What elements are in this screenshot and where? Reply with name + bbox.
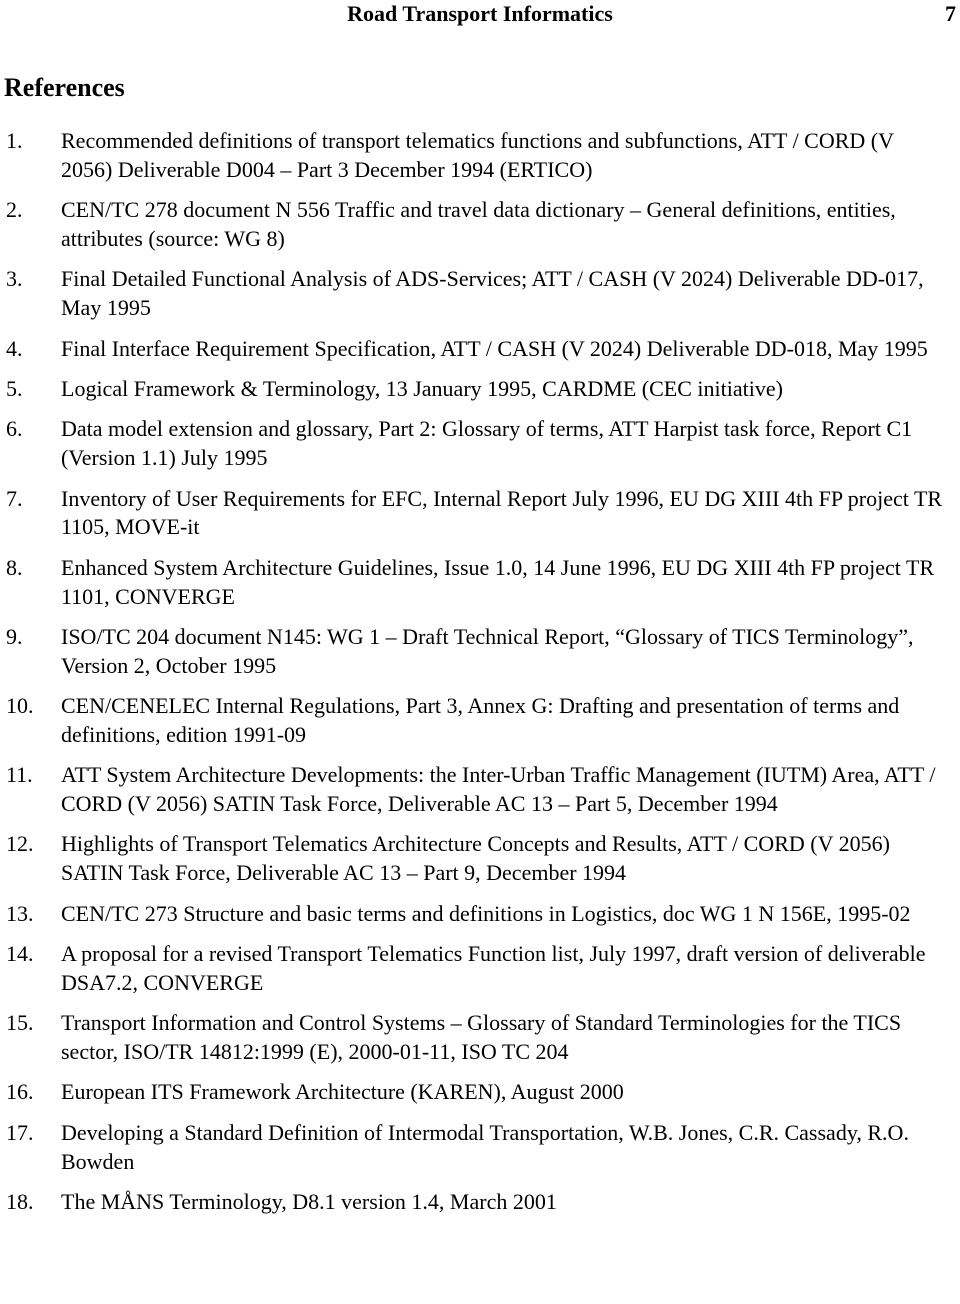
reference-number: 12. xyxy=(6,831,34,857)
reference-item: 11. ATT System Architecture Developments:… xyxy=(0,761,960,819)
reference-item: 7. Inventory of User Requirements for EFC… xyxy=(0,485,960,543)
reference-text: Developing a Standard Definition of Inte… xyxy=(61,1119,909,1174)
reference-text: Data model extension and glossary, Part … xyxy=(61,416,913,471)
reference-item: 1. Recommended definitions of transport t… xyxy=(0,127,960,185)
reference-text: Final Interface Requirement Specificatio… xyxy=(61,335,928,361)
reference-item: 2. CEN/TC 278 document N 556 Traffic and … xyxy=(0,196,960,254)
reference-item: 8. Enhanced System Architecture Guideline… xyxy=(0,554,960,612)
reference-text: CEN/TC 273 Structure and basic terms and… xyxy=(61,900,911,926)
reference-text: Logical Framework & Terminology, 13 Janu… xyxy=(61,375,783,401)
reference-number: 11. xyxy=(6,762,33,788)
reference-number: 10. xyxy=(6,693,34,719)
reference-item: 17. Developing a Standard Definition of I… xyxy=(0,1119,960,1177)
reference-number: 4. xyxy=(6,335,23,361)
reference-item: 6. Data model extension and glossary, Par… xyxy=(0,415,960,473)
reference-item: 5. Logical Framework & Terminology, 13 Ja… xyxy=(0,375,960,404)
reference-text: Transport Information and Control System… xyxy=(61,1010,902,1065)
reference-item: 15. Transport Information and Control Sys… xyxy=(0,1009,960,1067)
reference-item: 10. CEN/CENELEC Internal Regulations, Par… xyxy=(0,692,960,750)
reference-number: 16. xyxy=(6,1079,34,1105)
reference-number: 9. xyxy=(6,623,23,649)
reference-text: A proposal for a revised Transport Telem… xyxy=(61,941,926,995)
reference-item: 12. Highlights of Transport Telematics Ar… xyxy=(0,830,960,888)
reference-text: Highlights of Transport Telematics Archi… xyxy=(61,831,890,886)
header-title: Road Transport Informatics xyxy=(347,1,613,26)
reference-list: 1. Recommended definitions of transport t… xyxy=(0,127,960,1228)
reference-number: 6. xyxy=(6,416,23,442)
reference-text: ATT System Architecture Developments: th… xyxy=(61,762,936,817)
reference-number: 5. xyxy=(6,375,23,401)
reference-number: 7. xyxy=(6,485,23,511)
reference-text: European ITS Framework Architecture (KAR… xyxy=(61,1079,624,1105)
reference-text: CEN/TC 278 document N 556 Traffic and tr… xyxy=(61,197,896,251)
reference-item: 16. European ITS Framework Architecture (… xyxy=(0,1078,960,1107)
reference-text: CEN/CENELEC Internal Regulations, Part 3… xyxy=(61,693,900,747)
reference-number: 1. xyxy=(6,128,23,153)
reference-number: 8. xyxy=(6,554,23,580)
reference-number: 15. xyxy=(6,1010,34,1036)
running-header: Road Transport Informatics 7 xyxy=(0,0,960,30)
reference-text: Inventory of User Requirements for EFC, … xyxy=(61,485,943,540)
reference-number: 13. xyxy=(6,900,34,926)
reference-text: Final Detailed Functional Analysis of AD… xyxy=(61,266,924,321)
reference-item: 18. The MÅNS Terminology, D8.1 version 1.… xyxy=(0,1188,960,1217)
section-heading: References xyxy=(4,73,125,102)
reference-text: The MÅNS Terminology, D8.1 version 1.4, … xyxy=(61,1189,557,1214)
reference-number: 18. xyxy=(6,1189,34,1214)
reference-item: 4. Final Interface Requirement Specificat… xyxy=(0,335,960,364)
reference-item: 3. Final Detailed Functional Analysis of … xyxy=(0,265,960,323)
page-number: 7 xyxy=(945,1,956,26)
reference-text: Recommended definitions of transport tel… xyxy=(61,128,894,182)
reference-item: 9. ISO/TC 204 document N145: WG 1 – Draft… xyxy=(0,623,960,681)
reference-number: 3. xyxy=(6,266,23,292)
reference-number: 2. xyxy=(6,197,23,223)
reference-text: Enhanced System Architecture Guidelines,… xyxy=(61,554,935,609)
reference-number: 14. xyxy=(6,941,34,967)
reference-item: 14. A proposal for a revised Transport Te… xyxy=(0,940,960,998)
reference-text: ISO/TC 204 document N145: WG 1 – Draft T… xyxy=(61,623,914,678)
reference-item: 13. CEN/TC 273 Structure and basic terms … xyxy=(0,900,960,929)
reference-number: 17. xyxy=(6,1119,34,1145)
